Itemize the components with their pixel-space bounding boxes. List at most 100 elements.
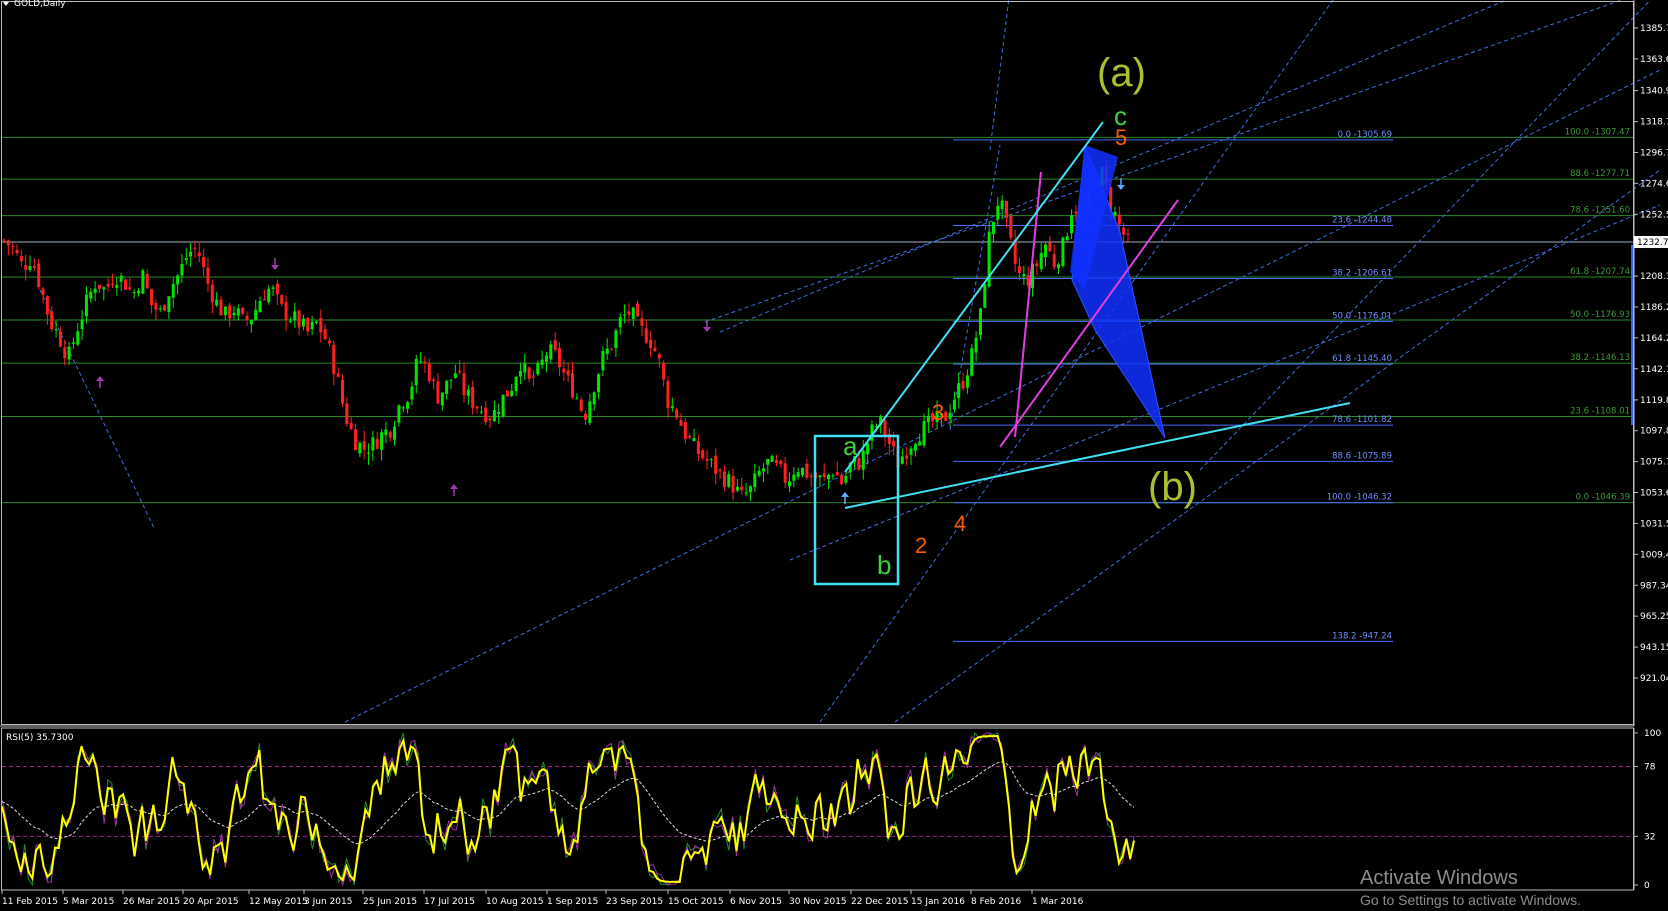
candle-body — [93, 288, 97, 293]
price-tick-label: 1142.10 — [1640, 365, 1668, 375]
rsi-tick-label: 32 — [1644, 832, 1655, 842]
candle-body — [145, 273, 149, 289]
current-price-marker: 1232.7 — [1634, 236, 1668, 249]
candle-body — [809, 475, 813, 477]
candle-body — [1048, 242, 1052, 252]
candle-body — [271, 287, 275, 289]
candle-body — [327, 340, 331, 344]
candle-body — [918, 441, 922, 446]
candle-body — [232, 312, 236, 316]
candle-body — [158, 308, 162, 310]
candle-body — [423, 361, 427, 364]
candle-body — [978, 308, 982, 336]
candle-body — [861, 450, 865, 470]
candle-body — [731, 475, 735, 493]
candle-body — [445, 380, 449, 394]
candle-body — [314, 321, 318, 323]
wave-label-b: b — [877, 550, 891, 580]
price-tick-label: 1296.70 — [1640, 148, 1668, 158]
candle-body — [471, 386, 475, 408]
candle-body — [124, 279, 128, 290]
candle-body — [310, 321, 314, 330]
date-tick-label: 10 Aug 2015 — [486, 897, 544, 907]
candle-body — [1022, 274, 1026, 277]
fib-right-label: 88.6 -1277.71 — [1570, 169, 1630, 179]
candle-body — [63, 347, 67, 359]
candle-body — [718, 470, 722, 472]
candle-body — [727, 474, 731, 487]
price-tick-label: 1097.80 — [1640, 427, 1668, 437]
fib-left-label: 88.6 -1075.89 — [1332, 451, 1392, 461]
candle-body — [688, 435, 692, 438]
candle-body — [384, 429, 388, 436]
candle-body — [119, 275, 123, 282]
candle-body — [397, 405, 401, 423]
chart-canvas[interactable]: 100.0 -1307.47 88.6 -1277.71 78.6 -1251.60… — [0, 0, 1668, 911]
candle-body — [857, 458, 861, 470]
candle-body — [796, 472, 800, 477]
candle-body — [766, 458, 770, 465]
price-tick-label: 1186.25 — [1640, 303, 1668, 313]
candle-body — [267, 288, 271, 303]
rsi-tick-label: 78 — [1644, 762, 1656, 772]
candle-body — [432, 379, 436, 382]
candle-body — [944, 411, 948, 422]
candle-body — [518, 370, 522, 377]
candle-body — [840, 475, 844, 484]
date-tick-label: 22 Dec 2015 — [851, 897, 909, 907]
candle-body — [128, 287, 132, 290]
candle-body — [479, 411, 483, 413]
fib-right-label: 0.0 -1046.39 — [1576, 493, 1630, 503]
candle-body — [484, 407, 488, 423]
candle-body — [957, 383, 961, 398]
fib-left-label: 138.2 -947.24 — [1332, 631, 1392, 641]
candle-body — [692, 437, 696, 442]
candle-body — [1018, 266, 1022, 273]
date-tick-label: 5 Mar 2015 — [63, 897, 114, 907]
candle-body — [210, 284, 214, 303]
candle-body — [262, 299, 266, 301]
candle-body — [1000, 200, 1004, 210]
candle-body — [419, 360, 423, 362]
current-price-label: 1232.7 — [1637, 238, 1668, 248]
candle-body — [696, 441, 700, 454]
candle-body — [827, 474, 831, 480]
candle-body — [375, 438, 379, 449]
candle-body — [597, 374, 601, 393]
candle-body — [462, 373, 466, 396]
candle-body — [184, 258, 188, 261]
candle-body — [76, 331, 80, 345]
candle-body — [236, 308, 240, 316]
price-tick-label: 921.04 — [1640, 674, 1668, 684]
candle-body — [71, 342, 75, 344]
candle-body — [909, 448, 913, 455]
price-tick-label: 1252.55 — [1640, 210, 1668, 220]
candle-body — [983, 284, 987, 308]
candle-body — [770, 455, 774, 462]
candle-body — [657, 353, 661, 359]
candle-body — [453, 373, 457, 378]
candle-body — [41, 288, 45, 295]
price-tick-label: 1075.70 — [1640, 458, 1668, 468]
date-tick-label: 1 Sep 2015 — [547, 897, 598, 907]
candle-body — [822, 473, 826, 477]
fib-left-label: 38.2 -1206.61 — [1332, 269, 1392, 279]
candle-body — [176, 275, 180, 285]
candle-body — [288, 320, 292, 322]
candle-body — [349, 422, 353, 430]
price-tick-label: 1318.75 — [1640, 118, 1668, 128]
candle-body — [354, 429, 358, 451]
candle-body — [32, 265, 36, 268]
candle-body — [722, 471, 726, 488]
candle-body — [323, 329, 327, 340]
candle-body — [254, 309, 258, 320]
candle-body — [748, 486, 752, 493]
rsi-tick-label: 100 — [1644, 729, 1661, 739]
candle-body — [206, 267, 210, 284]
fib-left-label: 100.0 -1046.32 — [1327, 493, 1392, 503]
candle-body — [761, 468, 765, 472]
candle-body — [219, 299, 223, 316]
candle-body — [1113, 211, 1117, 216]
candle-body — [106, 284, 110, 287]
candle-body — [167, 296, 171, 313]
